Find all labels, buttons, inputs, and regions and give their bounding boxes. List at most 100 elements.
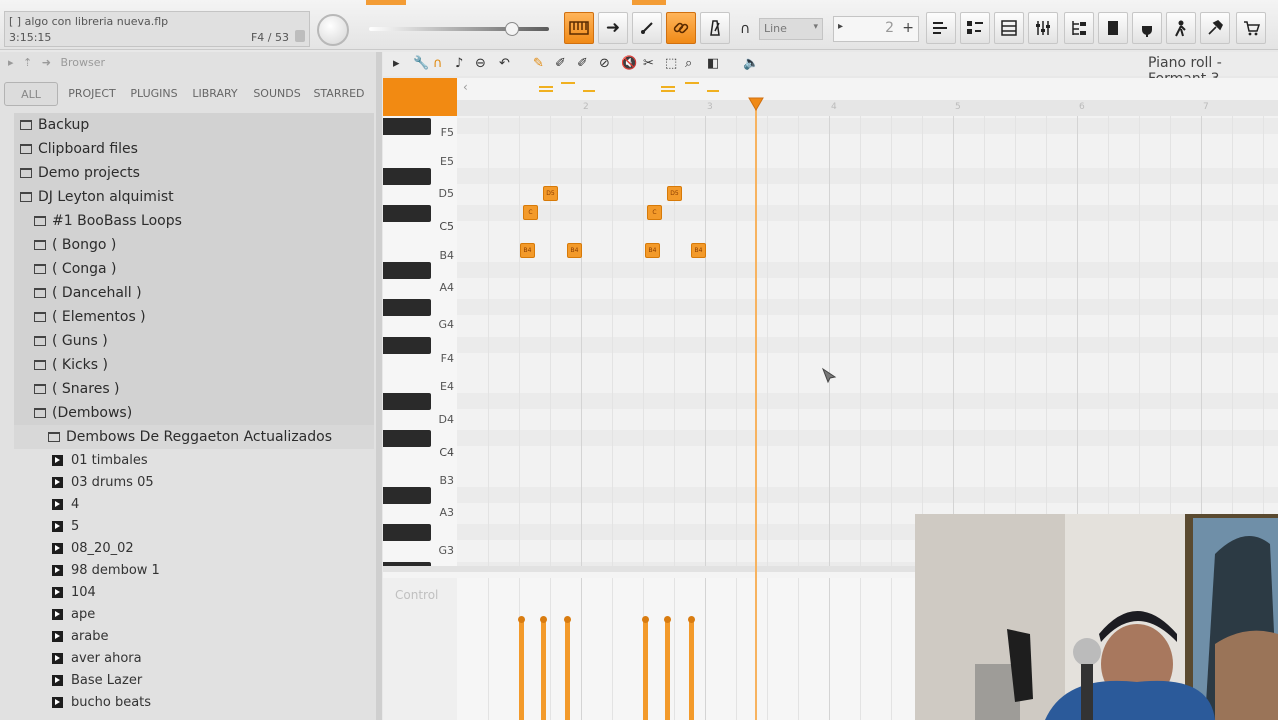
velocity-handle[interactable] [518,616,525,623]
tab-starred[interactable]: STARRED [310,82,368,106]
arrow-right-icon[interactable]: ➜ [598,12,628,44]
piano-keyboard[interactable]: F5 E5 D5 C5 B4 A4 G4 F4 E4 D4 C4 B3 A3 G… [383,116,457,570]
black-key[interactable] [383,118,431,135]
velocity-bar[interactable] [519,620,524,720]
tools-icon[interactable] [1200,12,1230,44]
tree-folder[interactable]: Backup [14,113,374,137]
slice-icon[interactable]: ✂ [643,56,654,71]
time-ruler[interactable]: 2 3 4 5 6 7 [457,100,1278,116]
tree-folder[interactable]: ( Bongo ) [14,233,374,257]
step-left-arrow-icon[interactable]: ▸ [838,21,843,32]
piano-roll-icon[interactable] [564,12,594,44]
tree-folder[interactable]: ( Snares ) [14,377,374,401]
note-grid[interactable]: D5 C B4 B4 D5 C B4 B4 [457,116,1278,570]
snap-magnet-icon[interactable]: ∩ [740,21,750,37]
note[interactable]: B4 [567,243,582,258]
note[interactable]: B4 [691,243,706,258]
delete-icon[interactable]: ⊘ [599,56,610,71]
note[interactable]: D5 [667,186,682,201]
playlist-icon[interactable] [926,12,956,44]
list-item[interactable]: 03 drums 05 [52,471,154,493]
velocity-grid[interactable] [457,578,915,720]
snap-select[interactable]: Line ▾ [759,18,823,40]
plugin-icon[interactable] [1132,12,1162,44]
step-sequencer-icon[interactable] [960,12,990,44]
note[interactable]: C [523,205,538,220]
menu-arrow-icon[interactable]: ▸ [393,56,400,71]
stamp-icon[interactable]: ⊖ [475,56,486,71]
list-item[interactable]: Base Lazer [52,669,142,691]
tree-folder[interactable]: (Dembows) [14,401,374,425]
list-item[interactable]: 08_20_02 [52,537,134,559]
black-key[interactable] [383,262,431,279]
templates-icon[interactable] [1098,12,1128,44]
tree-folder[interactable]: DJ Leyton alquimist [14,185,374,209]
master-volume-slider[interactable] [369,22,549,36]
step-increment-icon[interactable]: + [902,20,914,36]
pencil-icon[interactable]: ✎ [533,56,544,71]
velocity-bar[interactable] [565,620,570,720]
help-icon[interactable] [1166,12,1196,44]
tempo-knob[interactable] [317,14,349,46]
metronome-icon[interactable] [700,12,730,44]
note-icon[interactable]: ♪ [455,56,463,71]
list-item[interactable]: 4 [52,493,79,515]
tree-folder[interactable]: Dembows De Reggaeton Actualizados [14,425,374,449]
tree-folder[interactable]: ( Guns ) [14,329,374,353]
black-key[interactable] [383,168,431,185]
tree-folder[interactable]: ( Dancehall ) [14,281,374,305]
black-key[interactable] [383,393,431,410]
black-key[interactable] [383,524,431,541]
black-key[interactable] [383,299,431,316]
tree-folder[interactable]: #1 BooBass Loops [14,209,374,233]
tab-project[interactable]: PROJECT [64,82,120,106]
list-item[interactable]: arabe [52,625,109,647]
browser-scrollbar[interactable] [376,52,382,720]
link-icon[interactable] [666,12,696,44]
lock-icon[interactable] [295,30,305,42]
velocity-handle[interactable] [540,616,547,623]
black-key[interactable] [383,337,431,354]
black-key[interactable] [383,487,431,504]
velocity-bar[interactable] [665,620,670,720]
arrow-right-icon[interactable]: ➜ [42,56,51,69]
step-stepper[interactable]: ▸ 2 + [833,16,919,42]
tab-plugins[interactable]: PLUGINS [126,82,182,106]
magnet-icon[interactable]: ∩ [433,56,443,71]
tree-folder[interactable]: Demo projects [14,161,374,185]
black-key[interactable] [383,205,431,222]
collapse-icon[interactable]: ▸ [8,56,14,69]
list-item[interactable]: 104 [52,581,96,603]
list-item[interactable]: 01 timbales [52,449,148,471]
tab-all[interactable]: ALL [4,82,58,106]
velocity-handle[interactable] [664,616,671,623]
tree-folder[interactable]: Clipboard files [14,137,374,161]
note[interactable]: B4 [520,243,535,258]
chevron-left-icon[interactable]: ‹ [463,80,468,94]
note[interactable]: B4 [645,243,660,258]
paint-icon[interactable]: ✐ [555,56,566,71]
slide-tool-icon[interactable] [632,12,662,44]
tree-folder[interactable]: ( Conga ) [14,257,374,281]
list-item[interactable]: 98 dembow 1 [52,559,160,581]
tab-library[interactable]: LIBRARY [188,82,242,106]
shop-cart-icon[interactable] [1236,12,1266,44]
velocity-handle[interactable] [642,616,649,623]
pin-icon[interactable]: ⇡ [23,56,32,69]
tab-sounds[interactable]: SOUNDS [250,82,304,106]
mute-icon[interactable]: 🔇 [621,56,637,71]
mixer-icon[interactable] [1028,12,1058,44]
channel-rack-icon[interactable] [994,12,1024,44]
list-item[interactable]: ape [52,603,95,625]
playback-icon[interactable]: ◧ [707,56,719,71]
slider-thumb[interactable] [505,22,519,36]
velocity-bar[interactable] [541,620,546,720]
brush-icon[interactable]: ✐ [577,56,588,71]
tree-folder[interactable]: ( Kicks ) [14,353,374,377]
velocity-bar[interactable] [689,620,694,720]
playhead-marker[interactable] [748,96,764,111]
note[interactable]: C [647,205,662,220]
speaker-icon[interactable]: 🔈 [743,56,759,71]
wrench-icon[interactable]: 🔧 [413,56,429,71]
pattern-strip[interactable]: ‹ [457,78,1278,100]
